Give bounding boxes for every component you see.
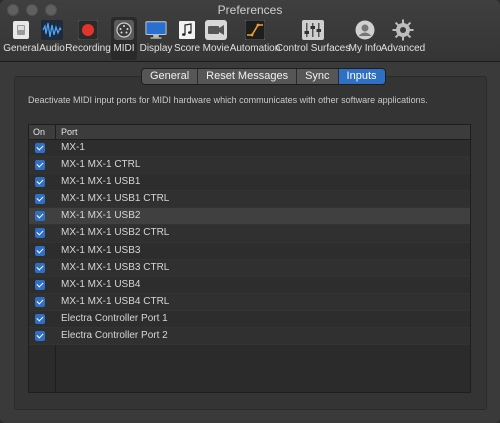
table-row[interactable]: MX-1 MX-1 CTRL — [29, 157, 470, 175]
midi-tab-bar: General Reset Messages Sync Inputs — [141, 68, 386, 85]
port-name: MX-1 — [61, 142, 85, 153]
automation-icon — [244, 19, 266, 41]
table-row[interactable]: MX-1 MX-1 USB2 CTRL — [29, 225, 470, 243]
record-icon — [77, 19, 99, 41]
toolbar-score[interactable]: Score — [174, 17, 200, 60]
toolbar-label: Control Surfaces — [275, 43, 351, 54]
port-enabled-checkbox[interactable] — [35, 143, 45, 153]
toolbar-label: Audio — [39, 43, 65, 54]
table-row[interactable]: Electra Controller Port 2 — [29, 328, 470, 346]
score-notes-icon — [176, 19, 198, 41]
port-name: Electra Controller Port 1 — [61, 312, 168, 324]
window-title: Preferences — [217, 3, 283, 17]
table-row[interactable]: MX-1 MX-1 USB1 — [29, 174, 470, 192]
port-enabled-checkbox[interactable] — [35, 211, 45, 222]
toolbar-label: MIDI — [113, 43, 135, 54]
table-row[interactable]: MX-1 MX-1 USB4 — [29, 276, 470, 294]
table-row[interactable]: MX-1 MX-1 USB1 CTRL — [29, 191, 470, 209]
toolbar-label: Movie — [202, 43, 230, 54]
port-name: MX-1 MX-1 USB2 — [61, 210, 141, 222]
port-name: MX-1 MX-1 USB1 CTRL — [61, 193, 170, 205]
preferences-window: Preferences General Audio Recording MIDI… — [0, 0, 500, 423]
port-name: MX-1 MX-1 USB3 CTRL — [61, 261, 170, 273]
port-name: MX-1 MX-1 CTRL — [61, 159, 141, 171]
port-name: MX-1 MX-1 USB2 CTRL — [61, 227, 170, 239]
tab-sync[interactable]: Sync — [297, 69, 339, 84]
toolbar-label: General — [3, 43, 39, 54]
port-enabled-checkbox[interactable] — [35, 262, 45, 273]
table-rows: MX-1 MX-1 MX-1 CTRL MX-1 MX-1 USB1 MX-1 MX-… — [29, 140, 470, 346]
toolbar-display[interactable]: Display — [139, 17, 173, 60]
port-enabled-checkbox[interactable] — [35, 296, 45, 307]
inputs-description: Deactivate MIDI input ports for MIDI har… — [28, 95, 428, 105]
port-name: MX-1 MX-1 USB4 — [61, 278, 141, 290]
table-header: On Port — [29, 125, 470, 140]
preferences-toolbar: General Audio Recording MIDI Display Sco… — [0, 17, 500, 62]
movie-camera-icon — [205, 19, 227, 41]
tab-general[interactable]: General — [142, 69, 199, 84]
toolbar-audio[interactable]: Audio — [38, 17, 66, 60]
port-enabled-checkbox[interactable] — [35, 245, 45, 256]
toolbar-label: Recording — [65, 43, 111, 54]
toolbar-general[interactable]: General — [3, 17, 39, 60]
toolbar-midi[interactable]: MIDI — [111, 17, 137, 60]
toolbar-label: Automation — [229, 43, 281, 54]
midi-input-ports-table: On Port MX-1 MX-1 MX-1 CTRL MX-1 MX-1 USB1… — [28, 124, 471, 393]
toolbar-label: My Info — [348, 43, 382, 54]
toolbar-advanced[interactable]: Advanced — [380, 17, 426, 60]
toolbar-recording[interactable]: Recording — [65, 17, 111, 60]
port-name: MX-1 MX-1 USB1 — [61, 176, 141, 188]
control-surface-icon — [302, 19, 324, 41]
port-enabled-checkbox[interactable] — [35, 194, 45, 205]
toolbar-automation[interactable]: Automation — [229, 17, 281, 60]
port-enabled-checkbox[interactable] — [35, 228, 45, 239]
port-name: MX-1 MX-1 USB4 CTRL — [61, 295, 170, 307]
port-enabled-checkbox[interactable] — [35, 177, 45, 188]
table-row[interactable]: MX-1 MX-1 USB3 — [29, 242, 470, 260]
display-monitor-icon — [145, 19, 167, 41]
midi-connector-icon — [113, 19, 135, 41]
port-enabled-checkbox[interactable] — [35, 313, 45, 324]
audio-waveform-icon — [41, 19, 63, 41]
gear-icon — [392, 19, 414, 41]
column-header-on[interactable]: On — [33, 125, 45, 140]
port-enabled-checkbox[interactable] — [35, 160, 45, 171]
table-row[interactable]: MX-1 MX-1 USB3 CTRL — [29, 259, 470, 277]
port-name: Electra Controller Port 2 — [61, 330, 168, 342]
port-enabled-checkbox[interactable] — [35, 279, 45, 290]
table-row[interactable]: MX-1 MX-1 USB2 — [29, 208, 470, 226]
port-enabled-checkbox[interactable] — [35, 331, 45, 342]
tab-reset-messages[interactable]: Reset Messages — [198, 69, 298, 84]
port-name: MX-1 MX-1 USB3 — [61, 244, 141, 256]
title-bar: Preferences General Audio Recording MIDI… — [0, 0, 500, 62]
toolbar-movie[interactable]: Movie — [202, 17, 230, 60]
toolbar-my-info[interactable]: My Info — [349, 17, 381, 60]
person-icon — [354, 19, 376, 41]
tab-inputs[interactable]: Inputs — [338, 69, 385, 84]
toolbar-label: Advanced — [380, 43, 426, 54]
column-header-port[interactable]: Port — [61, 125, 78, 140]
toolbar-control-surfaces[interactable]: Control Surfaces — [276, 17, 350, 60]
toolbar-label: Display — [139, 43, 173, 54]
toolbar-label: Score — [173, 43, 201, 54]
table-row[interactable]: MX-1 MX-1 USB4 CTRL — [29, 293, 470, 311]
table-row[interactable]: MX-1 — [29, 140, 470, 158]
table-row[interactable]: Electra Controller Port 1 — [29, 310, 470, 329]
general-switch-icon — [10, 19, 32, 41]
